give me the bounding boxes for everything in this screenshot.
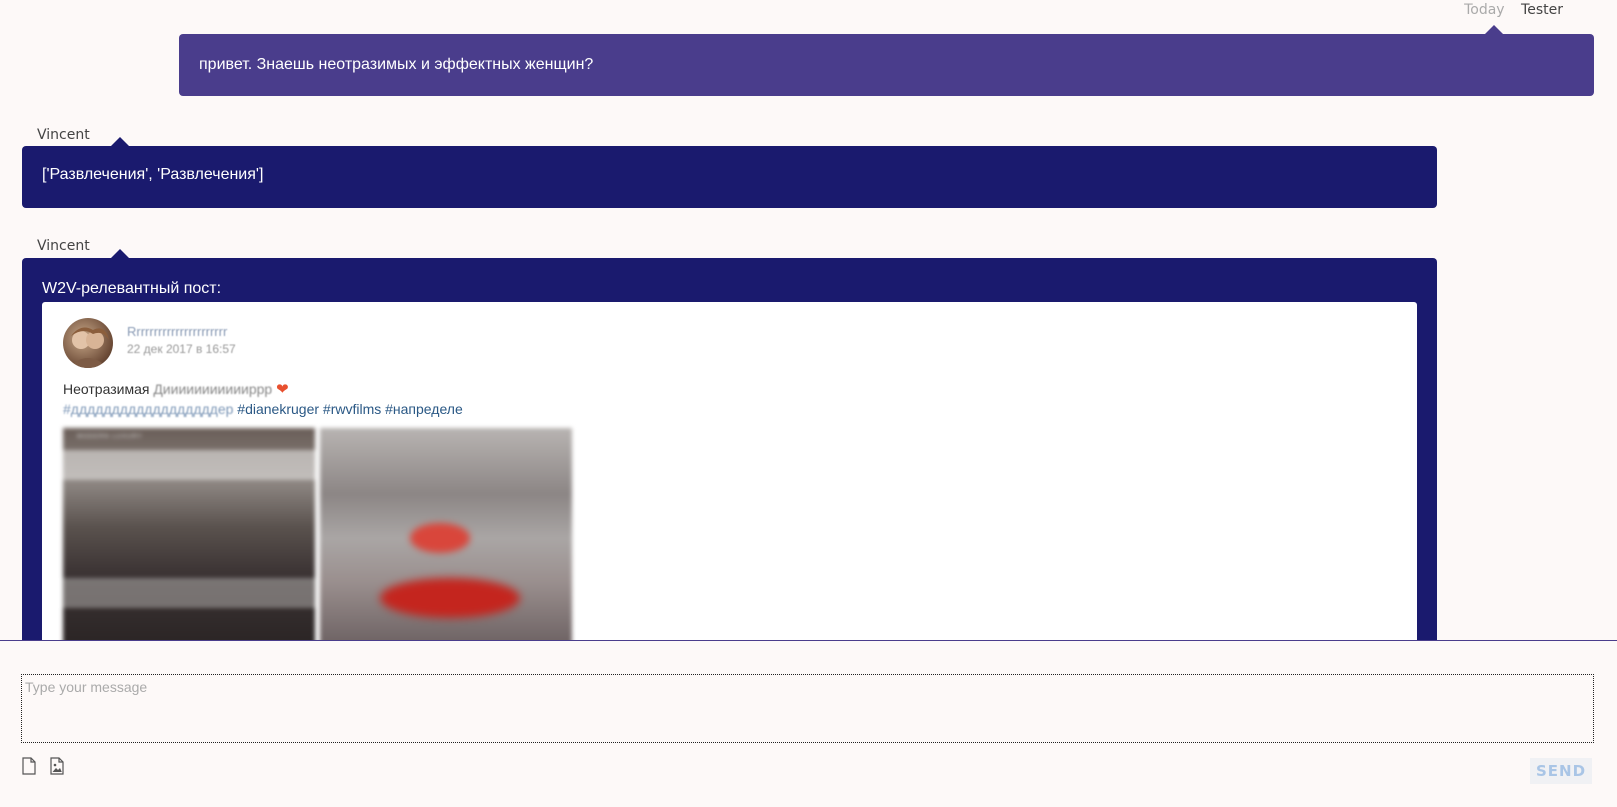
magazine-label: MODERN LUXURY [77, 434, 143, 440]
avatar[interactable] [63, 318, 113, 368]
hashtag-blurred[interactable]: #ддддддддддддддддддер [63, 401, 233, 417]
post-text-visible: Неотразимая [63, 381, 150, 397]
photo-detail [410, 523, 470, 553]
incoming-message-bubble: ['Развлечения', 'Развлечения'] [22, 137, 1437, 208]
photo-blur-band [63, 450, 315, 480]
message-input[interactable] [21, 674, 1594, 743]
chat-history: Today Tester привет. Знаешь неотразимых … [0, 0, 1617, 640]
photo-detail [380, 578, 520, 618]
sender-name: Vincent [37, 238, 90, 254]
post-date[interactable]: 22 дек 2017 в 16:57 [127, 342, 236, 356]
post-author[interactable]: Rrrrrrrrrrrrrrrrrrrrrr [127, 324, 227, 339]
post-text-blurred: Диииииииииииррр [153, 381, 273, 397]
sender-name: Vincent [37, 127, 90, 143]
send-button[interactable]: SEND [1530, 758, 1592, 784]
composer-divider [0, 640, 1617, 641]
bubble-tip [110, 137, 130, 147]
bubble-tip [110, 249, 130, 259]
file-icon[interactable] [21, 757, 39, 775]
message-author: Tester [1521, 2, 1563, 18]
incoming-message-text: ['Развлечения', 'Развлечения'] [42, 166, 264, 183]
image-icon[interactable] [49, 757, 67, 775]
photo-blur-band [63, 578, 315, 608]
post-photo-1[interactable]: MODERN LUXURY [63, 428, 315, 640]
incoming-post-bubble: W2V-релевантный пост: Rrrrrrrrrrrrrrrrrr… [22, 249, 1437, 640]
post-text: Неотразимая Диииииииииииррр ❤ [63, 380, 289, 398]
post-card: Rrrrrrrrrrrrrrrrrrrrrr 22 дек 2017 в 16:… [42, 302, 1417, 640]
outgoing-message-text: привет. Знаешь неотразимых и эффектных ж… [199, 56, 594, 73]
message-time: Today [1464, 2, 1505, 18]
outgoing-meta: Today Tester [1464, 2, 1563, 18]
outgoing-message-bubble: привет. Знаешь неотразимых и эффектных ж… [179, 25, 1594, 96]
heart-icon: ❤ [276, 381, 289, 398]
bubble-tip [1484, 25, 1504, 35]
post-photo-2[interactable] [320, 428, 572, 640]
post-heading: W2V-релевантный пост: [42, 280, 222, 297]
post-hashtags: #ддддддддддддддддддер #dianekruger #rwvf… [63, 401, 463, 417]
hashtag-links[interactable]: #dianekruger #rwvfilms #напределе [237, 401, 462, 417]
